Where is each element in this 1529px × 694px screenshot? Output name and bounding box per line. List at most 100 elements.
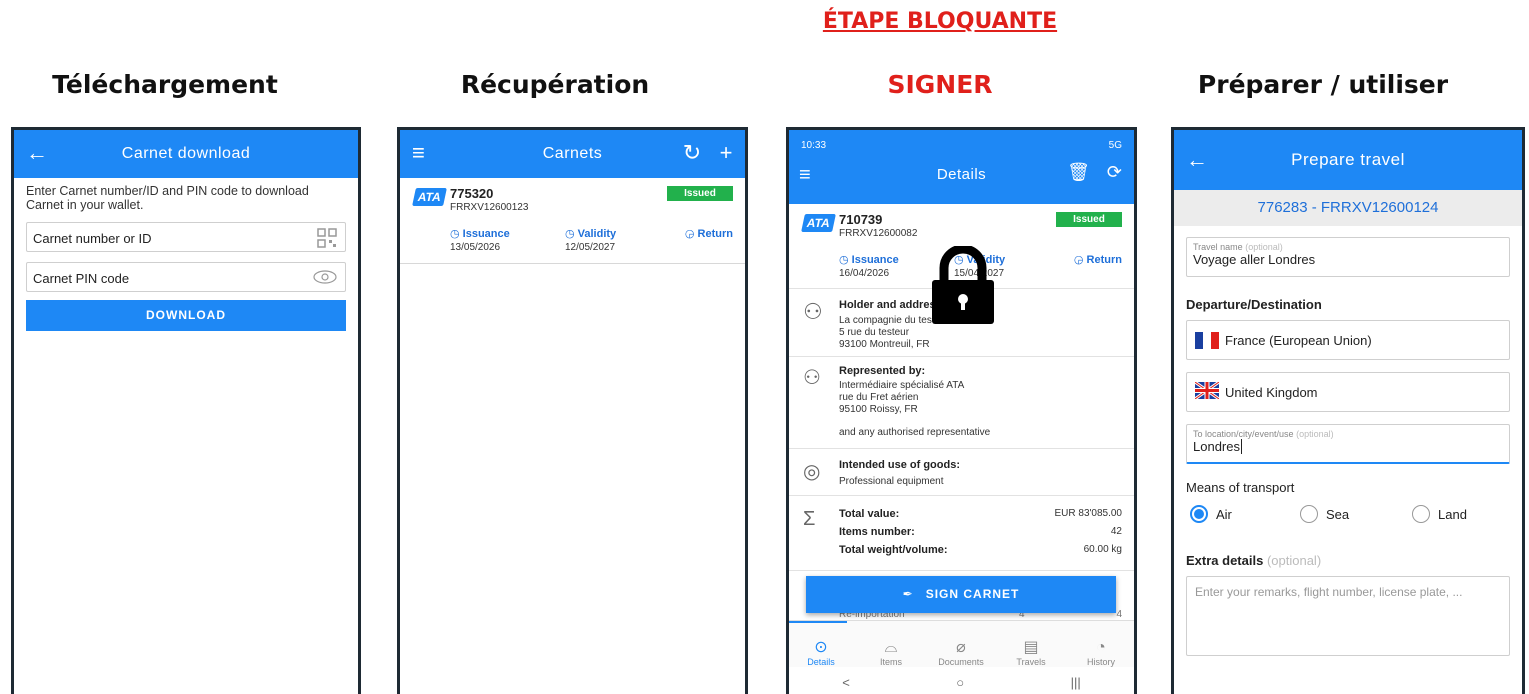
represented-note: and any authorised representative bbox=[839, 427, 991, 438]
nav-back-button[interactable]: < bbox=[842, 675, 850, 690]
bottom-tab-bar: ⊙ Details ⌓ Items ⌀ Documents ▤ Travels ◔ His… bbox=[789, 620, 1134, 667]
paperclip-icon: ⌀ bbox=[956, 639, 966, 656]
issuance-date: 13/05/2026 bbox=[450, 242, 501, 253]
total-value-label: Total value: bbox=[839, 508, 900, 520]
carnet-ref-header: 776283 - FRRXV12600124 bbox=[1174, 190, 1522, 226]
radio-sea-label: Sea bbox=[1326, 506, 1350, 522]
phone-carnets-screen: ≡ Carnets ↻ + ATA 775320 FRRXV12600123 Is… bbox=[397, 127, 748, 694]
tab-documents[interactable]: ⌀ Documents bbox=[931, 637, 991, 667]
carnet-reference: FRRXV12600123 bbox=[450, 202, 529, 213]
sign-carnet-button[interactable]: ✒ SIGN CARNET bbox=[806, 576, 1116, 613]
tab-items-label: Items bbox=[879, 657, 902, 667]
radio-land-label: Land bbox=[1438, 506, 1467, 522]
totals-section[interactable]: Σ Total value: EUR 83'085.00 Items numbe… bbox=[789, 495, 1134, 570]
departure-field[interactable]: France (European Union) bbox=[1186, 320, 1510, 360]
tab-history-label: History bbox=[1086, 657, 1115, 667]
carnets-app-bar: ≡ Carnets ↻ + bbox=[400, 130, 745, 178]
status-badge: Issued bbox=[1056, 212, 1122, 227]
destination-value: United Kingdom bbox=[1225, 384, 1318, 400]
sync-icon[interactable]: ⟳ bbox=[1107, 162, 1122, 183]
represented-section[interactable]: ⚇ Represented by: Intermédiaire spéciali… bbox=[789, 356, 1134, 448]
tab-items[interactable]: ⌓ Items bbox=[861, 639, 921, 667]
blocking-step-banner: ÉTAPE BLOQUANTE bbox=[822, 9, 1058, 34]
details-app-bar: 10:33 5G ≡ Details 🗑 ⟳ bbox=[789, 130, 1134, 204]
carnet-number: 775320 bbox=[450, 186, 494, 201]
return-link[interactable]: ◶ Return bbox=[685, 224, 733, 242]
phone-download-screen: ← Carnet download Enter Carnet number/ID… bbox=[11, 127, 361, 694]
carnet-number-placeholder: Carnet number or ID bbox=[33, 231, 152, 246]
tab-details-label: Details bbox=[807, 657, 835, 667]
radio-unselected-icon bbox=[1300, 505, 1318, 523]
carnet-pin-placeholder: Carnet PIN code bbox=[33, 271, 130, 286]
tab-details[interactable]: ⊙ Details bbox=[791, 637, 851, 667]
issuance-label: Issuance bbox=[462, 228, 510, 240]
uk-flag-icon bbox=[1194, 380, 1220, 402]
intended-value: Professional equipment bbox=[839, 476, 944, 487]
issuance-link[interactable]: ◷ Issuance 13/05/2026 bbox=[450, 224, 510, 254]
radio-air[interactable]: Air bbox=[1190, 505, 1232, 523]
download-button[interactable]: DOWNLOAD bbox=[26, 300, 346, 331]
qr-code-icon[interactable] bbox=[317, 228, 337, 248]
refresh-icon[interactable]: ↻ bbox=[683, 140, 702, 166]
trash-icon[interactable]: 🗑 bbox=[1067, 162, 1090, 183]
download-title: Carnet download bbox=[121, 145, 251, 162]
represented-line1: Intermédiaire spécialisé ATA bbox=[839, 380, 965, 391]
history-icon: ◔ bbox=[1096, 639, 1106, 656]
radio-sea[interactable]: Sea bbox=[1300, 505, 1349, 523]
extra-details-optional: (optional) bbox=[1266, 553, 1322, 568]
validity-link[interactable]: ◷ Validity 12/05/2027 bbox=[565, 224, 616, 254]
radio-air-label: Air bbox=[1216, 506, 1232, 522]
pen-icon: ✒ bbox=[902, 587, 914, 601]
departure-value: France (European Union) bbox=[1225, 332, 1372, 348]
ata-logo: ATA bbox=[412, 188, 447, 206]
phone-details-screen: 10:33 5G ≡ Details 🗑 ⟳ ATA 710739 FRRXV1… bbox=[786, 127, 1137, 694]
clock-icon: ◷ bbox=[450, 228, 463, 240]
carnet-list-item[interactable]: ATA 775320 FRRXV12600123 Issued ◷ Issuan… bbox=[400, 178, 745, 264]
status-time: 10:33 bbox=[801, 140, 827, 151]
carnet-number-field[interactable]: Carnet number or ID bbox=[26, 222, 346, 252]
person-icon: ⚇ bbox=[803, 299, 823, 324]
items-number-label: Items number: bbox=[839, 526, 915, 538]
back-arrow-icon[interactable]: ← bbox=[1186, 149, 1209, 171]
radio-land[interactable]: Land bbox=[1412, 505, 1467, 523]
issuance-label: Issuance bbox=[851, 254, 899, 266]
travel-name-field[interactable]: Travel name (optional) Voyage aller Lond… bbox=[1186, 237, 1510, 277]
heading-sign: SIGNER bbox=[887, 70, 993, 99]
destination-field[interactable]: United Kingdom bbox=[1186, 372, 1510, 412]
location-field[interactable]: To location/city/event/use (optional) Lo… bbox=[1186, 424, 1510, 464]
heading-prepare: Préparer / utiliser bbox=[1197, 70, 1449, 99]
download-app-bar: ← Carnet download bbox=[14, 130, 358, 178]
tab-travels-label: Travels bbox=[1016, 657, 1046, 667]
represented-title: Represented by: bbox=[839, 365, 926, 377]
tab-travels[interactable]: ▤ Travels bbox=[1001, 637, 1061, 667]
target-icon: ◎ bbox=[803, 461, 821, 483]
prepare-app-bar: ← Prepare travel bbox=[1174, 130, 1522, 190]
dots-icon: ⊙ bbox=[814, 639, 828, 656]
carnets-title: Carnets bbox=[542, 145, 603, 162]
active-tab-indicator bbox=[789, 621, 847, 623]
carnet-pin-field[interactable]: Carnet PIN code bbox=[26, 262, 346, 292]
clock-icon: ◷ bbox=[839, 254, 852, 266]
eye-icon[interactable] bbox=[313, 270, 337, 287]
status-badge: Issued bbox=[667, 186, 733, 201]
nav-home-button[interactable]: ○ bbox=[956, 675, 964, 690]
menu-icon[interactable]: ≡ bbox=[412, 142, 425, 164]
holder-line3: 93100 Montreuil, FR bbox=[839, 339, 930, 350]
nav-recents-button[interactable]: ||| bbox=[1071, 675, 1081, 690]
text-cursor: ​ bbox=[1240, 439, 1242, 454]
travel-name-value: Voyage aller Londres bbox=[1193, 252, 1316, 267]
return-link[interactable]: ◶ Return bbox=[1074, 250, 1122, 268]
extra-details-textarea[interactable]: Enter your remarks, flight number, licen… bbox=[1186, 576, 1510, 656]
tab-history[interactable]: ◔ History bbox=[1071, 639, 1131, 667]
location-label: To location/city/event/use bbox=[1193, 429, 1294, 439]
carnet-reference: FRRXV12600082 bbox=[839, 228, 918, 239]
return-clock-icon: ◶ bbox=[1073, 254, 1087, 266]
intended-title: Intended use of goods: bbox=[839, 459, 960, 471]
add-icon[interactable]: + bbox=[720, 140, 733, 166]
intended-use-section[interactable]: ◎ Intended use of goods: Professional eq… bbox=[789, 448, 1134, 495]
issuance-link[interactable]: ◷ Issuance 16/04/2026 bbox=[839, 250, 899, 280]
back-arrow-icon[interactable]: ← bbox=[26, 142, 49, 164]
issuance-date: 16/04/2026 bbox=[839, 268, 890, 279]
clock-icon: ◷ bbox=[565, 228, 578, 240]
represented-line2: rue du Fret aérien bbox=[839, 392, 919, 403]
